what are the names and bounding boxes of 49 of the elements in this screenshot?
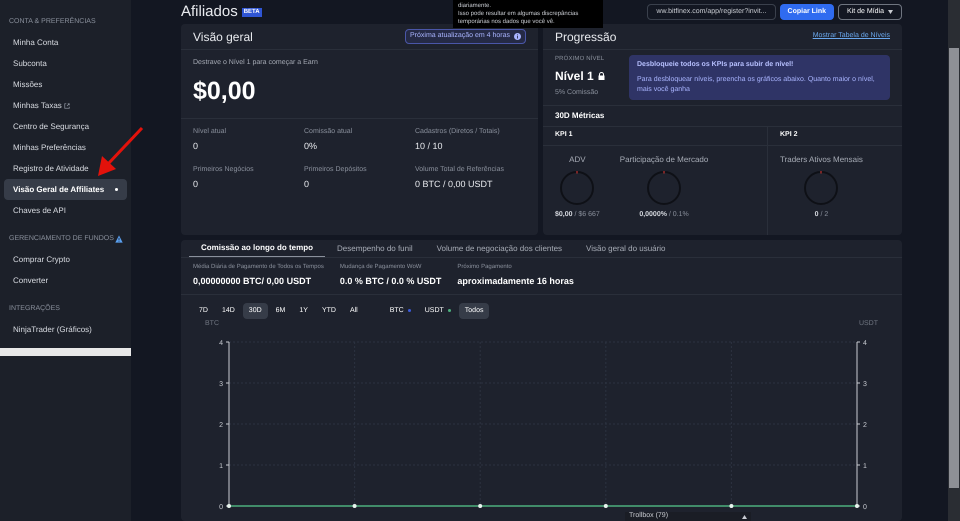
sidebar-item[interactable]: Minhas Taxas [4, 95, 127, 116]
data-point [352, 504, 357, 508]
sidebar-item[interactable]: Chaves de API [4, 200, 127, 221]
card-title: Progressão [555, 28, 616, 46]
stat-value: 0% [304, 140, 318, 152]
data-point [729, 504, 734, 508]
sidebar-item[interactable]: Visão Geral de Affiliates [4, 179, 127, 200]
card-title: Visão geral [193, 28, 253, 46]
gauge-label: Traders Ativos Mensais [780, 154, 863, 166]
sidebar-item[interactable]: Registro de Atividade [4, 158, 127, 179]
external-link-icon [64, 102, 70, 108]
sidebar-item[interactable]: Missões [4, 74, 127, 95]
sidebar-item[interactable]: NinjaTrader (Gráficos) [4, 319, 127, 340]
stat-value: aproximadamente 16 horas [457, 275, 574, 288]
sidebar-item[interactable]: Minhas Preferências [4, 137, 127, 158]
page-title: Afiliados [181, 2, 238, 22]
stat-value: 0 BTC / 0,00 USDT [415, 178, 494, 190]
stat-value: 0 [193, 178, 200, 190]
data-point [855, 504, 859, 508]
tab[interactable]: Desempenho do funil [325, 240, 425, 257]
stat-value: 0,00000000 BTC/ 0,00 USDT [193, 275, 312, 288]
earnings-amount: $0,00 [193, 76, 257, 106]
sidebar-item[interactable]: Centro de Segurança [4, 116, 127, 137]
tab[interactable]: Volume de negociação dos clientes [424, 240, 574, 257]
gauge-ring [646, 170, 682, 206]
gauge-ring [559, 170, 596, 206]
tab[interactable]: Visão geral do usuário [574, 240, 678, 257]
sidebar-item[interactable]: Subconta [4, 53, 127, 74]
gauge-ring [803, 170, 840, 206]
info-icon [514, 33, 521, 40]
gauge-label: ADV [569, 154, 586, 166]
metrics-title: 30D Métricas [555, 110, 604, 122]
data-point [478, 504, 482, 508]
data-point [604, 504, 608, 508]
sidebar-item[interactable]: Comprar Crypto [4, 249, 127, 270]
caret-icon [888, 10, 893, 14]
annotation-arrow [96, 126, 146, 178]
sidebar-item[interactable]: Minha Conta [4, 32, 127, 53]
level-name: Nível 1 [555, 68, 594, 85]
stat-value: 0 [193, 140, 200, 152]
warning-icon [115, 235, 123, 243]
stat-value: 0 [304, 178, 310, 190]
tab[interactable]: Comissão ao longo do tempo [189, 240, 326, 257]
stat-value: 10 / 10 [415, 140, 444, 152]
gauge-label: Participação de Mercado [620, 154, 708, 166]
caret-icon [742, 514, 747, 518]
stat-value: 0.0 % BTC / 0.0 % USDT [340, 275, 442, 288]
sidebar-item[interactable]: Converter [4, 270, 127, 291]
data-point [227, 504, 231, 508]
